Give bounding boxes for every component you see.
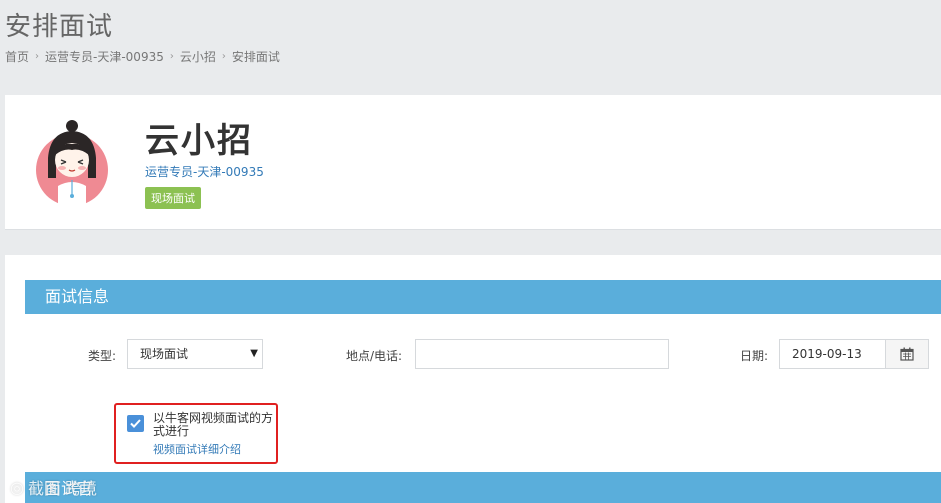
checkmark-icon: [130, 419, 141, 428]
page-title: 安排面试: [5, 12, 114, 42]
calendar-button[interactable]: [885, 339, 929, 369]
chevron-right-icon: ›: [35, 51, 40, 62]
video-interview-option: 以牛客网视频面试的方式进行 视频面试详细介绍: [114, 403, 278, 464]
video-interview-label: 以牛客网视频面试的方式进行: [153, 411, 274, 438]
watermark-logo-icon: ◎: [10, 477, 24, 497]
location-input[interactable]: [415, 339, 669, 369]
location-label: 地点/电话:: [346, 349, 403, 363]
breadcrumb-candidate[interactable]: 云小招: [180, 48, 216, 65]
dropdown-caret-icon: ▼: [250, 348, 258, 359]
candidate-profile-card: 云小招 运营专员-天津-00935 现场面试: [5, 95, 941, 230]
interview-type-select[interactable]: 现场面试 ▼: [127, 339, 263, 369]
video-interview-checkbox[interactable]: [127, 415, 144, 432]
date-input[interactable]: 2019-09-13: [779, 339, 885, 369]
candidate-name: 云小招: [145, 121, 253, 161]
section-header-interview-info: 面试信息: [25, 280, 941, 314]
watermark-text: 截图 跨境: [27, 479, 98, 498]
video-interview-info-link[interactable]: 视频面试详细介绍: [153, 441, 241, 457]
date-label: 日期:: [740, 349, 769, 363]
chevron-right-icon: ›: [169, 51, 174, 62]
breadcrumb-current: 安排面试: [231, 50, 280, 64]
type-label: 类型:: [88, 349, 117, 363]
watermark: ◎ 截图 跨境: [10, 475, 97, 499]
breadcrumb: 首页 › 运营专员-天津-00935 › 云小招 › 安排面试: [5, 48, 280, 65]
breadcrumb-job[interactable]: 运营专员-天津-00935: [45, 48, 164, 65]
section-header-interviewer: 面试官: [25, 472, 941, 503]
interview-form-card: 面试信息 类型: 现场面试 ▼ 地点/电话: 日期: 2019-09-13 以牛…: [5, 255, 941, 503]
avatar: [36, 120, 108, 206]
candidate-job-link[interactable]: 运营专员-天津-00935: [145, 163, 264, 180]
breadcrumb-home[interactable]: 首页: [5, 48, 29, 65]
interview-type-badge: 现场面试: [145, 187, 201, 209]
calendar-icon: [900, 347, 914, 361]
interview-type-value: 现场面试: [140, 347, 189, 361]
chevron-right-icon: ›: [221, 51, 226, 62]
